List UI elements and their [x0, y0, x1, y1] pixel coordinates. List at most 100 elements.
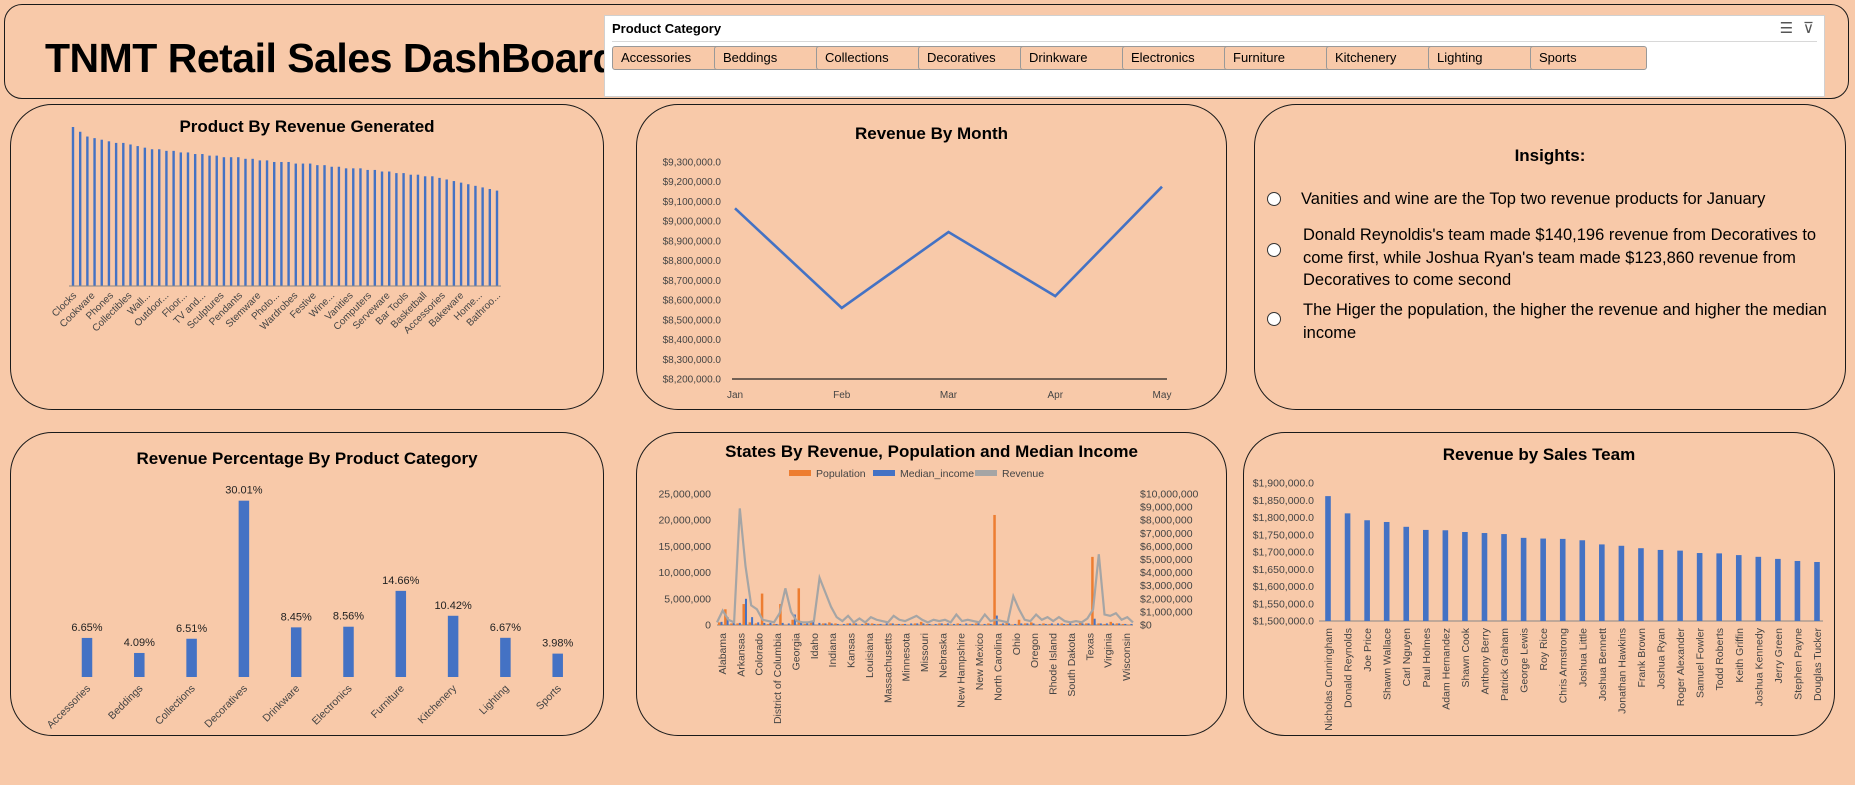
y-tick-label: $9,300,000.0	[663, 158, 722, 169]
y-tick-label: $1,900,000.0	[1253, 478, 1314, 490]
y-left-tick-label: 15,000,000	[658, 541, 711, 553]
x-tick-label: Stephen Payne	[1792, 628, 1804, 700]
population-bar	[974, 623, 978, 625]
median-income-bar	[1075, 623, 1078, 625]
population-bar	[870, 623, 874, 625]
population-bar	[1054, 624, 1057, 625]
multi-select-icon[interactable]: ☰	[1780, 20, 1793, 37]
median-income-bar	[830, 623, 833, 625]
x-tick-label: Joshua Bennett	[1597, 628, 1609, 701]
y-tick-label: $1,500,000.0	[1253, 616, 1314, 628]
population-bar	[828, 622, 831, 625]
chart-bar	[495, 190, 499, 286]
x-tick-label: New Mexico	[974, 633, 986, 690]
slicer-item-drinkware[interactable]: Drinkware	[1020, 46, 1137, 70]
chart-bar	[1755, 556, 1762, 621]
chart-bar	[165, 150, 168, 286]
x-tick-label: Kansas	[846, 633, 858, 668]
x-tick-label: Patrick Graham	[1499, 628, 1511, 701]
median-income-bar	[848, 623, 851, 625]
y-tick-label: $1,600,000.0	[1253, 581, 1314, 593]
slicer-item-collections[interactable]: Collections	[816, 46, 933, 70]
chart-bar	[1423, 529, 1429, 621]
median-income-bar	[928, 623, 931, 625]
slicer-title: Product Category	[612, 21, 722, 36]
slicer-item-electronics[interactable]: Electronics	[1122, 46, 1239, 70]
chart-bar	[1794, 560, 1801, 621]
chart-bar	[1481, 533, 1488, 621]
population-bar	[1060, 623, 1064, 625]
x-tick-label: Louisiana	[864, 633, 876, 678]
population-bar	[883, 624, 886, 625]
chart-bar	[1657, 549, 1664, 621]
slicer-item-sports[interactable]: Sports	[1530, 46, 1647, 70]
dashboard-header: TNMT Retail Sales DashBoard Product Cate…	[4, 4, 1849, 99]
y-tick-label: $8,300,000.0	[663, 355, 722, 366]
slicer-item-lighting[interactable]: Lighting	[1428, 46, 1545, 70]
insight-text: The Higer the population, the higher the…	[1303, 301, 1827, 342]
x-tick-label: Todd Roberts	[1714, 628, 1726, 690]
y-tick-label: $8,400,000.0	[663, 335, 722, 346]
median-income-bar	[940, 623, 943, 625]
population-bar	[956, 623, 960, 625]
x-tick-label: Joshua Ryan	[1656, 628, 1668, 689]
y-left-tick-label: 0	[705, 620, 711, 632]
data-label: 6.65%	[71, 622, 102, 634]
population-bar	[846, 623, 849, 625]
x-tick-label: Massachusetts	[882, 633, 894, 703]
y-tick-label: $1,550,000.0	[1253, 598, 1314, 610]
median-income-bar	[781, 622, 784, 625]
population-bar	[791, 619, 794, 625]
slicer-item-decoratives[interactable]: Decoratives	[918, 46, 1035, 70]
population-bar	[754, 623, 758, 625]
chart-bar	[1775, 558, 1781, 621]
median-income-bar	[720, 621, 723, 625]
y-right-tick-label: $2,000,000	[1140, 593, 1193, 605]
slicer-item-beddings[interactable]: Beddings	[714, 46, 831, 70]
chart-bar	[136, 146, 139, 286]
chart-bar	[1618, 545, 1625, 621]
x-tick-label: Jerry Green	[1773, 628, 1785, 684]
x-tick-label: George Lewis	[1519, 628, 1531, 693]
chart-bar	[330, 166, 333, 286]
slicer-item-accessories[interactable]: Accessories	[612, 46, 729, 70]
chart-bar	[222, 157, 226, 286]
chart-bar	[301, 163, 305, 286]
population-bar	[913, 623, 917, 625]
chart-bar	[1716, 553, 1722, 621]
median-income-bar	[916, 623, 919, 625]
x-tick-label: Wisconsin	[1121, 633, 1133, 681]
population-bar	[822, 623, 825, 625]
x-tick-label: Donald Reynolds	[1343, 628, 1355, 708]
population-bar	[968, 623, 972, 625]
median-income-bar	[818, 622, 821, 625]
legend-swatch	[975, 470, 997, 476]
series-line	[734, 185, 1163, 310]
chart-bar	[201, 154, 204, 286]
y-left-tick-label: 10,000,000	[658, 567, 711, 579]
chart-bar	[352, 168, 355, 286]
chart-bar	[467, 184, 470, 286]
chart-bar	[134, 652, 145, 677]
median-income-bar	[769, 622, 772, 625]
slicer-item-kitchenery[interactable]: Kitchenery	[1326, 46, 1443, 70]
population-bar	[1011, 624, 1015, 625]
population-bar	[877, 623, 880, 625]
insight-radio[interactable]	[1267, 192, 1281, 206]
y-left-tick-label: 25,000,000	[658, 489, 711, 501]
chart-bar	[343, 626, 354, 677]
population-bar	[987, 623, 990, 625]
y-tick-label: $8,200,000.0	[663, 375, 722, 386]
median-income-bar	[738, 622, 741, 625]
y-right-tick-label: $0	[1140, 620, 1152, 632]
slicer-item-furniture[interactable]: Furniture	[1224, 46, 1341, 70]
product-category-slicer[interactable]: Product Category ☰ ⊽ Accessories Beddings…	[604, 15, 1825, 97]
insight-radio[interactable]	[1267, 312, 1281, 326]
x-tick-label: Collections	[153, 683, 198, 728]
chart-bar	[114, 142, 118, 286]
insight-radio[interactable]	[1267, 243, 1281, 257]
chart-bar	[251, 158, 254, 286]
median-income-bar	[885, 623, 888, 625]
clear-filter-icon[interactable]: ⊽	[1803, 20, 1814, 37]
y-right-tick-label: $9,000,000	[1140, 502, 1193, 514]
